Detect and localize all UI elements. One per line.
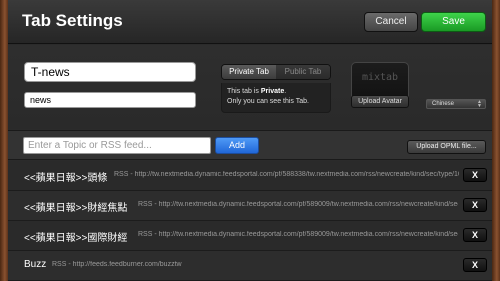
avatar-logo: mixtab xyxy=(361,72,399,83)
upload-opml-button[interactable]: Upload OPML file... xyxy=(407,140,486,154)
feed-url: RSS - http://tw.nextmedia.dynamic.feedsp… xyxy=(138,231,458,238)
remove-feed-button[interactable]: X xyxy=(463,228,487,242)
feed-row: Buzz RSS - http://feeds.feedburner.com/b… xyxy=(8,251,492,281)
title-bar: Tab Settings Cancel Save xyxy=(8,0,492,44)
remove-feed-button[interactable]: X xyxy=(463,168,487,182)
feed-title: Buzz xyxy=(24,259,47,270)
feed-title: <<蘋果日報>>頭條 xyxy=(24,173,108,184)
add-feed-bar: Enter a Topic or RSS feed... Add Upload … xyxy=(8,130,492,160)
page-title: Tab Settings xyxy=(22,11,123,30)
tab-settings-panel: Tab Settings Cancel Save T-news news Pri… xyxy=(8,0,492,281)
feed-title: <<蘋果日報>>財經焦點 xyxy=(24,203,128,214)
feed-title: <<蘋果日報>>國際財經 xyxy=(24,233,128,244)
privacy-info-line1: This tab is Private. xyxy=(227,88,287,95)
feed-row: <<蘋果日報>>頭條 RSS - http://tw.nextmedia.dyn… xyxy=(8,161,492,191)
feed-search-input[interactable]: Enter a Topic or RSS feed... xyxy=(23,137,211,154)
tab-slug-input[interactable]: news xyxy=(24,92,196,108)
privacy-info: This tab is Private. Only you can see th… xyxy=(221,83,331,113)
cancel-button[interactable]: Cancel xyxy=(364,12,418,32)
language-value: Chinese xyxy=(432,101,455,107)
language-select[interactable]: Chinese ▲ ▼ xyxy=(426,99,486,109)
feed-row: <<蘋果日報>>財經焦點 RSS - http://tw.nextmedia.d… xyxy=(8,191,492,221)
upload-avatar-button[interactable]: Upload Avatar xyxy=(351,95,409,108)
feed-url: RSS - http://tw.nextmedia.dynamic.feedsp… xyxy=(138,201,458,208)
remove-feed-button[interactable]: X xyxy=(463,258,487,272)
wood-background-right xyxy=(492,0,500,281)
public-tab-option[interactable]: Public Tab xyxy=(276,65,330,79)
save-button[interactable]: Save xyxy=(421,12,486,32)
privacy-toggle: Private Tab Public Tab xyxy=(221,64,331,80)
privacy-info-line2: Only you can see this Tab. xyxy=(227,98,309,105)
select-arrows-icon: ▲ ▼ xyxy=(477,99,482,109)
add-feed-button[interactable]: Add xyxy=(215,137,259,154)
feed-url: RSS - http://feeds.feedburner.com/buzztw xyxy=(52,261,182,268)
wood-background-left xyxy=(0,0,8,281)
privacy-state: Private xyxy=(260,88,285,95)
private-tab-option[interactable]: Private Tab xyxy=(222,65,276,79)
feed-list: <<蘋果日報>>頭條 RSS - http://tw.nextmedia.dyn… xyxy=(8,161,492,281)
tab-settings-section: T-news news Private Tab Public Tab This … xyxy=(8,45,492,129)
feed-row: <<蘋果日報>>國際財經 RSS - http://tw.nextmedia.d… xyxy=(8,221,492,251)
tab-name-input[interactable]: T-news xyxy=(24,62,196,82)
remove-feed-button[interactable]: X xyxy=(463,198,487,212)
feed-url: RSS - http://tw.nextmedia.dynamic.feedsp… xyxy=(114,171,459,178)
